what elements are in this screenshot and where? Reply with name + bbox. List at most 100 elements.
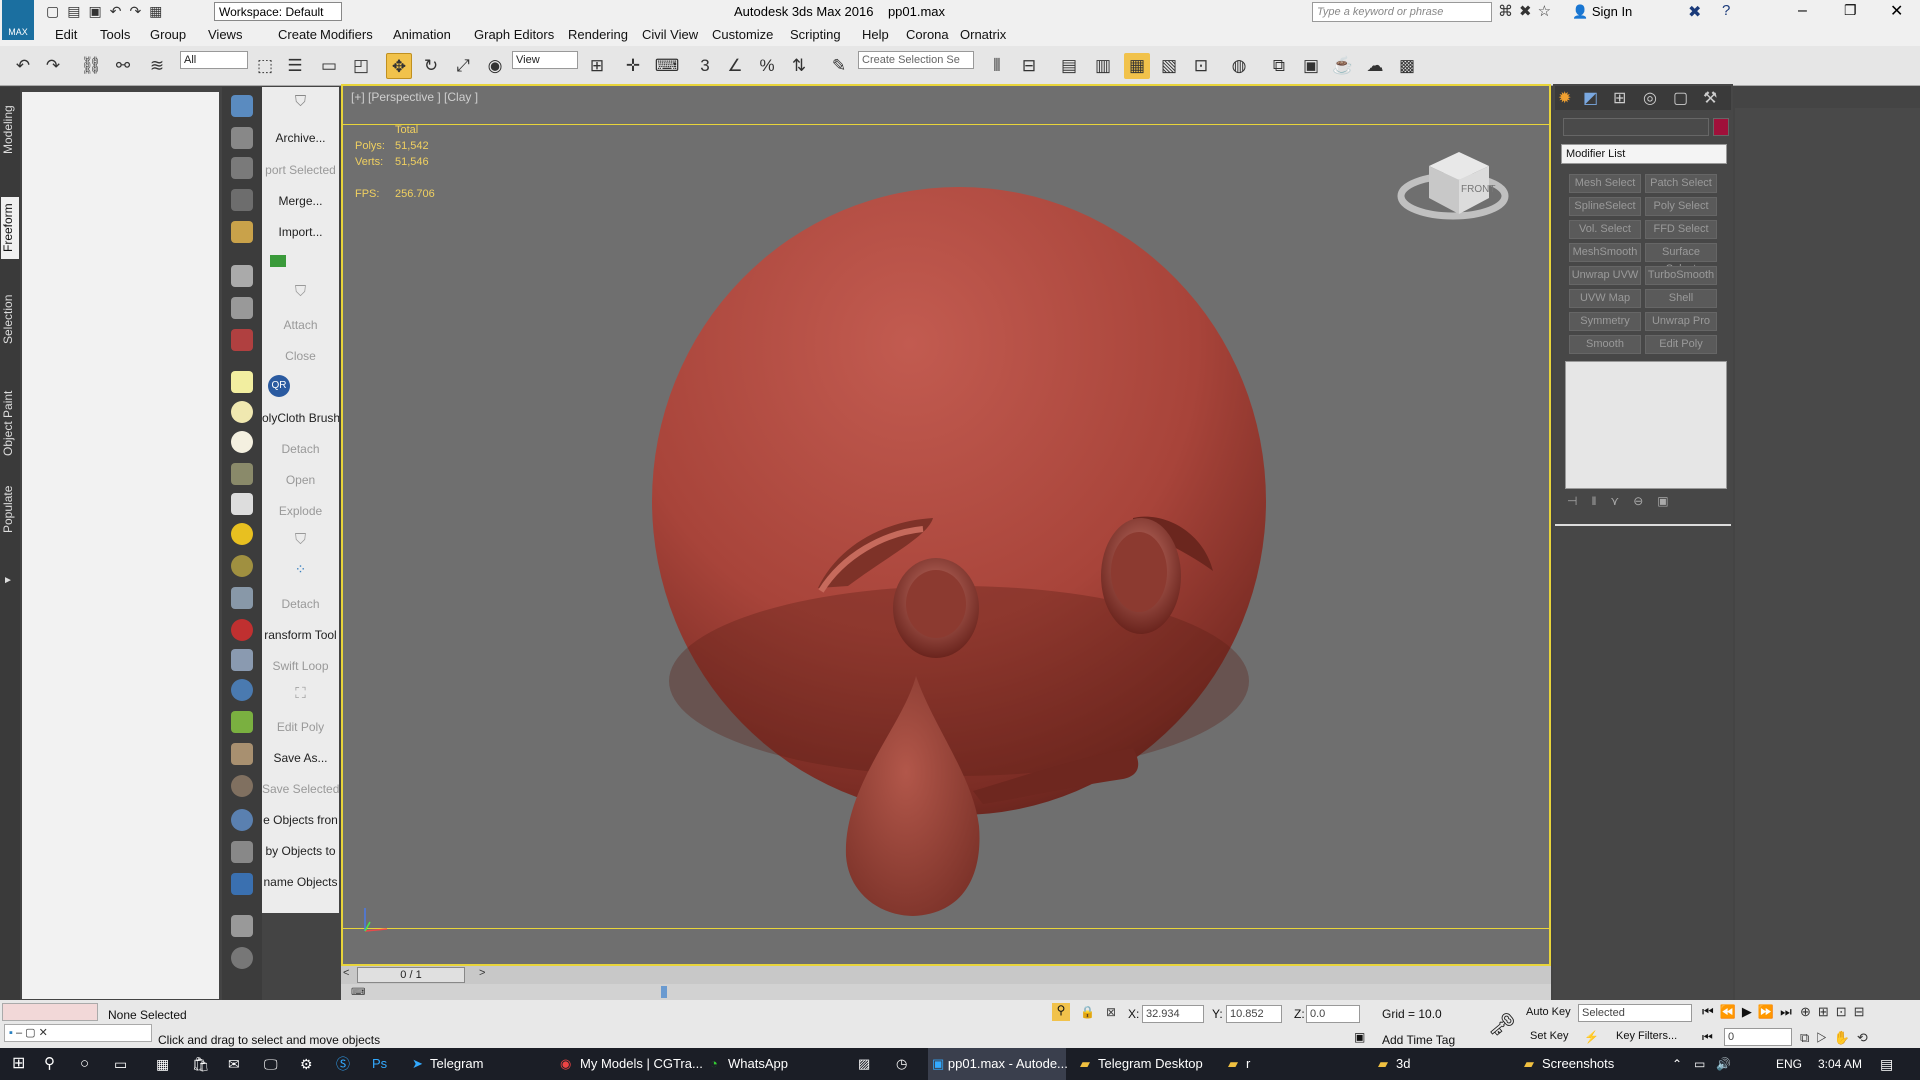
transform-tool-button[interactable]: ransform Tool <box>262 628 339 642</box>
sign-in-button[interactable]: 👤 Sign In <box>1572 4 1632 20</box>
frame-counter[interactable]: 0 / 1 <box>357 967 465 983</box>
taskbar-item-whatsapp[interactable]: WhatsApp <box>728 1048 788 1080</box>
redo-icon[interactable]: ↷ <box>40 53 66 79</box>
render-production-icon[interactable]: ☕ <box>1330 53 1356 79</box>
playback-controls[interactable]: ⏮⏪▶⏩⏭ <box>1702 1004 1798 1020</box>
perspective-viewport[interactable]: [+] [Perspective ] [Clay ] Total Polys: 5… <box>341 84 1551 966</box>
menu-scripting[interactable]: Scripting <box>790 27 841 42</box>
target-icon[interactable] <box>231 555 253 577</box>
water-icon[interactable] <box>231 809 253 831</box>
texture-icon[interactable] <box>231 775 253 797</box>
menu-civil-view[interactable]: Civil View <box>642 27 698 42</box>
mirror-icon[interactable]: ⫴ <box>984 53 1010 79</box>
taskbar-item-3d[interactable]: 3d <box>1396 1048 1410 1080</box>
link-icon[interactable]: ⛓ <box>78 53 104 79</box>
select-by-name-icon[interactable]: ☰ <box>282 53 308 79</box>
menu-edit[interactable]: Edit <box>55 27 77 42</box>
render-iterative-icon[interactable]: ☁ <box>1362 53 1388 79</box>
modify-tab-icon[interactable]: ◩ <box>1583 88 1598 108</box>
display-tab-icon[interactable]: ▢ <box>1673 88 1688 108</box>
poly-select-button[interactable]: Poly Select <box>1645 197 1717 216</box>
rename-objects-button[interactable]: name Objects <box>262 875 339 889</box>
network-icon[interactable]: ▭ <box>1694 1048 1705 1080</box>
lamp-icon[interactable] <box>231 297 253 319</box>
minimize-mini-icon[interactable]: – <box>16 1027 22 1039</box>
close-mini-icon[interactable]: ✕ <box>39 1027 48 1039</box>
edit-named-selection-icon[interactable]: ✎ <box>826 53 852 79</box>
settings-icon[interactable] <box>231 915 253 937</box>
auto-key-button[interactable]: Auto Key <box>1526 1006 1578 1024</box>
start-icon[interactable]: ⊞ <box>12 1048 25 1080</box>
grass-icon[interactable] <box>231 711 253 733</box>
select-and-scale-icon[interactable]: ⤢ <box>450 53 476 79</box>
photoshop-icon[interactable]: Ps <box>372 1048 387 1080</box>
monitor-icon[interactable]: 🖵 <box>264 1048 278 1080</box>
open-icon[interactable] <box>231 95 253 117</box>
select-object-icon[interactable]: ⬚ <box>252 53 278 79</box>
menu-corona[interactable]: Corona <box>906 27 949 42</box>
time-tag-icon[interactable]: ▣ <box>1354 1030 1365 1044</box>
pivot-center-icon[interactable]: ⊞ <box>584 53 610 79</box>
timeline-playhead[interactable] <box>661 986 667 998</box>
layer-explorer-icon[interactable]: ▤ <box>1056 53 1082 79</box>
unwrap-uvw-button[interactable]: Unwrap UVW <box>1569 266 1641 285</box>
skype-icon[interactable]: Ⓢ <box>336 1048 350 1080</box>
menu-customize[interactable]: Customize <box>712 27 773 42</box>
object-color-swatch[interactable] <box>1713 118 1729 136</box>
explode-button[interactable]: Explode <box>262 504 339 518</box>
ffd-select-button[interactable]: FFD Select <box>1645 220 1717 239</box>
z-coordinate-field[interactable]: 0.0 <box>1306 1005 1360 1023</box>
timeline-toggle-icon[interactable]: ⌨ <box>351 987 365 998</box>
key-mode-dropdown[interactable]: Selected <box>1578 1004 1692 1022</box>
dots-icon[interactable]: ⁘ <box>262 561 339 578</box>
turbosmooth-button[interactable]: TurboSmooth <box>1645 266 1717 285</box>
sun-icon[interactable] <box>231 523 253 545</box>
save-icon[interactable]: ▣ <box>88 3 109 19</box>
y-coordinate-field[interactable]: 10.852 <box>1226 1005 1282 1023</box>
ribbon-expand-icon[interactable]: ◂ <box>1 571 19 591</box>
app-logo[interactable]: MAX <box>2 0 34 40</box>
brush-icon[interactable] <box>231 265 253 287</box>
task-view-icon[interactable]: ▭ <box>114 1048 127 1080</box>
set-key-button[interactable]: Set Key <box>1530 1030 1578 1048</box>
window-crossing-icon[interactable]: ◰ <box>348 53 374 79</box>
close-app-x-icon[interactable]: ✖ <box>1688 2 1701 22</box>
minimize-button[interactable]: – <box>1798 2 1807 20</box>
unlink-icon[interactable]: ⚯ <box>110 53 136 79</box>
reference-coordinate-dropdown[interactable]: View <box>512 51 578 69</box>
selection-filter-dropdown[interactable]: All <box>180 51 248 69</box>
volume-icon[interactable]: 🔊 <box>1716 1048 1731 1080</box>
render-setup-icon[interactable]: ⧉ <box>1266 53 1292 79</box>
stack-controls[interactable]: ⊣‖⋎⊖▣ <box>1567 494 1727 512</box>
render-icon[interactable] <box>231 221 253 243</box>
patch-select-button[interactable]: Patch Select <box>1645 174 1717 193</box>
workspace-dropdown[interactable]: Workspace: Default <box>214 2 342 21</box>
ribbon-tab-modeling[interactable]: Modeling <box>1 101 19 159</box>
key-filters-button[interactable]: Key Filters... <box>1616 1030 1677 1042</box>
picture-icon[interactable]: ▨ <box>858 1048 870 1080</box>
new-file-icon[interactable]: ▢ <box>46 3 67 19</box>
material-editor-icon[interactable]: ◍ <box>1226 53 1252 79</box>
ribbon-tab-selection[interactable]: Selection <box>1 289 19 349</box>
export-selected-button[interactable]: port Selected <box>262 163 339 177</box>
ribbon-tab-populate[interactable]: Populate <box>1 479 19 539</box>
menu-views[interactable]: Views <box>208 27 242 42</box>
redo-icon[interactable]: ↷ <box>129 3 149 19</box>
select-and-rotate-icon[interactable]: ↻ <box>418 53 444 79</box>
select-and-place-icon[interactable]: ◉ <box>482 53 508 79</box>
menu-animation[interactable]: Animation <box>393 27 451 42</box>
green-screen-icon[interactable] <box>270 255 286 267</box>
object-name-field[interactable] <box>1563 118 1709 136</box>
graphite-ribbon-icon[interactable]: ▦ <box>1124 53 1150 79</box>
globe-icon[interactable] <box>231 679 253 701</box>
mesh-select-button[interactable]: Mesh Select <box>1569 174 1641 193</box>
taskbar-item-screenshots[interactable]: Screenshots <box>1542 1048 1614 1080</box>
menu-help[interactable]: Help <box>862 27 889 42</box>
key-icon[interactable]: 🗝 <box>1488 1012 1516 1038</box>
save-as-button[interactable]: Save As... <box>262 751 339 765</box>
spinner-snap-icon[interactable]: ⇅ <box>786 53 812 79</box>
next-frame-arrow-icon[interactable]: > <box>479 967 491 983</box>
project-folder-icon[interactable]: ▦ <box>149 3 170 19</box>
save-selected-button[interactable]: Save Selected <box>262 782 339 796</box>
angle-snap-icon[interactable]: ∠ <box>722 53 748 79</box>
